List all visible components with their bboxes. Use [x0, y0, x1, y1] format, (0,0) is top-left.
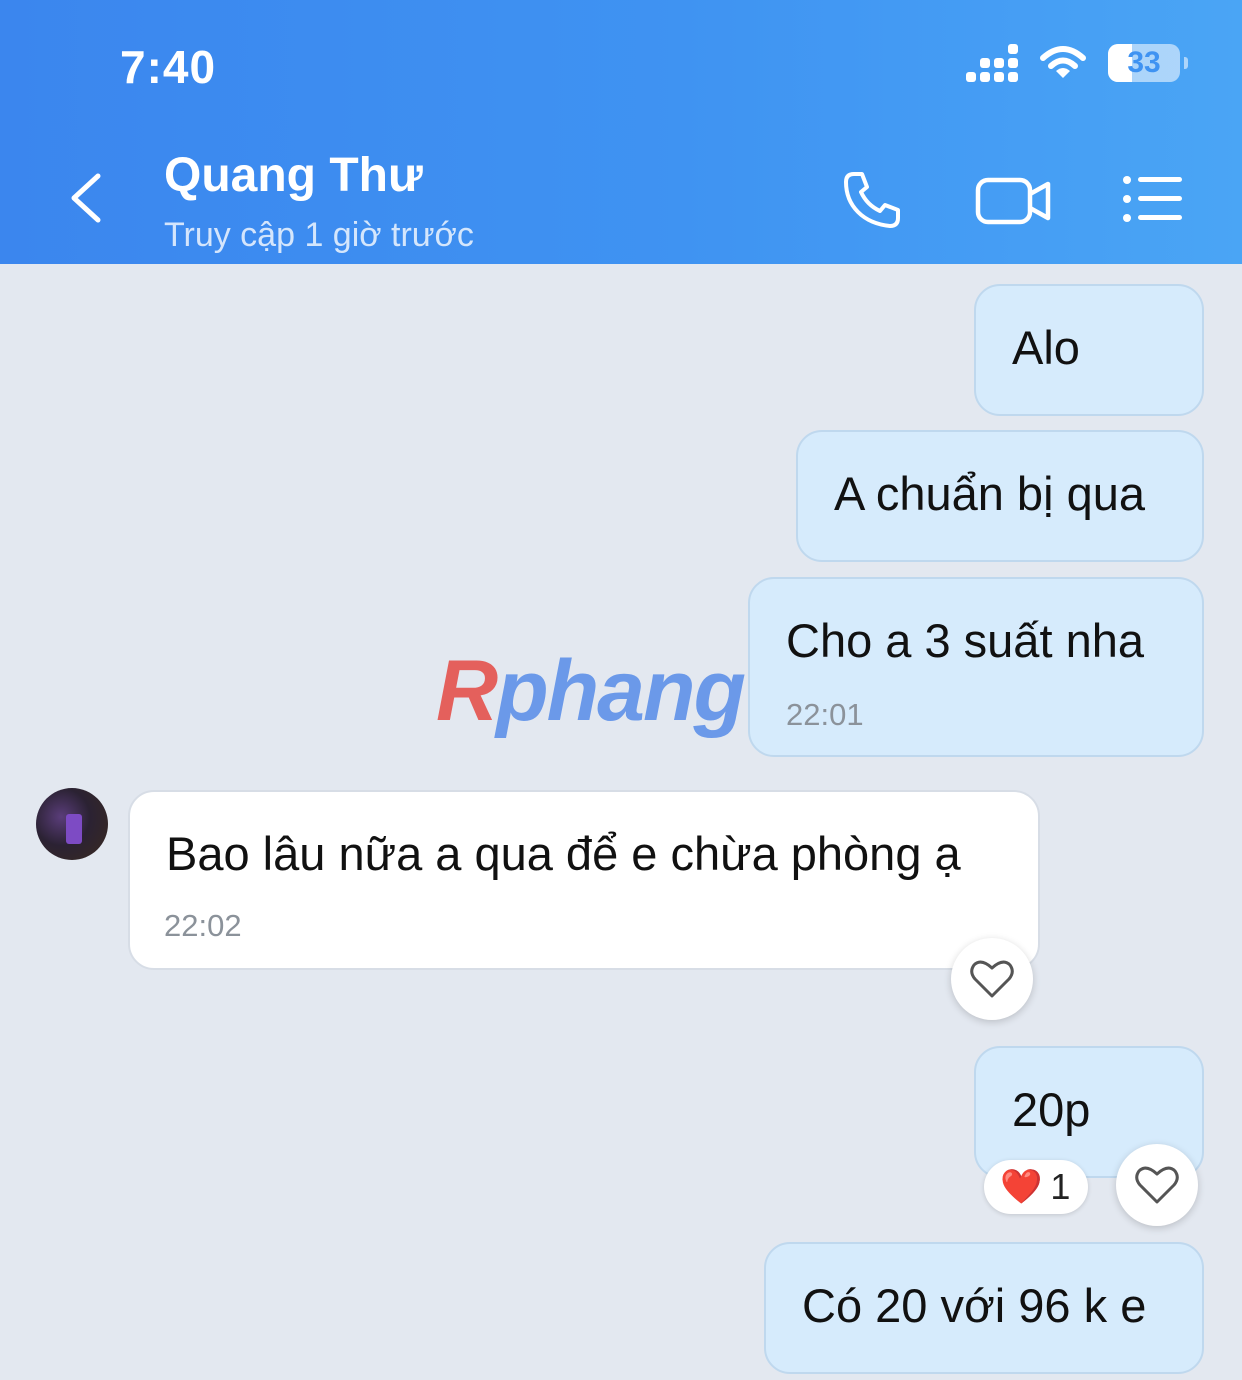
- menu-icon[interactable]: [1120, 168, 1184, 232]
- message-time: 22:02: [164, 908, 242, 943]
- message-time: 22:01: [786, 697, 864, 732]
- message-bubble-outgoing[interactable]: A chuẩn bị qua: [796, 430, 1204, 562]
- message-bubble-outgoing[interactable]: Có 20 với 96 k e: [764, 1242, 1204, 1374]
- message-bubble-outgoing[interactable]: Cho a 3 suất nha 22:01: [748, 577, 1204, 757]
- battery-icon: 33: [1108, 44, 1188, 82]
- heart-outline-icon: [1135, 1166, 1179, 1204]
- message-text: Alo: [1012, 321, 1080, 374]
- message-text: Cho a 3 suất nha: [786, 614, 1144, 667]
- cellular-signal-icon: [966, 44, 1018, 82]
- contact-last-seen: Truy cập 1 giờ trước: [164, 216, 474, 254]
- phone-icon[interactable]: [840, 168, 904, 232]
- watermark-logo: Rphang: [436, 643, 746, 739]
- heart-outline-icon: [970, 960, 1014, 998]
- message-bubble-outgoing[interactable]: Alo: [974, 284, 1204, 416]
- react-heart-button[interactable]: [1116, 1144, 1198, 1226]
- message-text: A chuẩn bị qua: [834, 467, 1145, 520]
- back-icon[interactable]: [64, 172, 112, 224]
- heart-reaction-icon: ❤️: [1000, 1168, 1043, 1206]
- message-text: 20p: [1012, 1083, 1091, 1136]
- message-list[interactable]: Alo A chuẩn bị qua Cho a 3 suất nha 22:0…: [0, 264, 1242, 1380]
- chat-header: 7:40 33 Quang Thư Truy cập 1 giờ trước: [0, 0, 1242, 264]
- reaction-count: 1: [1050, 1166, 1071, 1207]
- message-bubble-incoming[interactable]: Bao lâu nữa a qua để e chừa phòng ạ 22:0…: [128, 790, 1040, 970]
- react-heart-button[interactable]: [951, 938, 1033, 1020]
- battery-percent: 33: [1127, 46, 1161, 79]
- status-icons: 33: [966, 44, 1188, 82]
- avatar[interactable]: [36, 788, 108, 860]
- status-time: 7:40: [120, 41, 217, 93]
- message-text: Có 20 với 96 k e: [802, 1279, 1147, 1332]
- video-call-icon[interactable]: [974, 168, 1052, 232]
- wifi-icon: [1040, 46, 1086, 78]
- contact-name[interactable]: Quang Thư: [164, 148, 423, 203]
- reaction-badge[interactable]: ❤️ 1: [984, 1160, 1088, 1214]
- message-text: Bao lâu nữa a qua để e chừa phòng ạ: [166, 827, 961, 880]
